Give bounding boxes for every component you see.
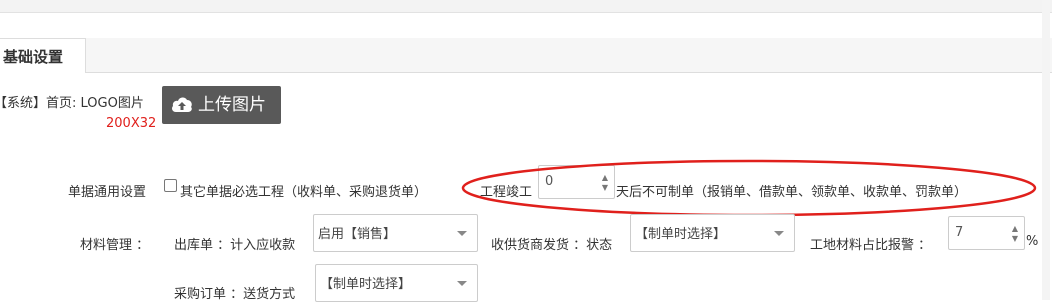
outbound-select-value: 启用【销售】 — [318, 227, 397, 242]
outbound-label: 出库单 ：计入应收款 — [174, 238, 296, 253]
purchase-order-label: 采购订单 ：送货方式 — [174, 287, 296, 302]
scrollbar[interactable] — [1042, 0, 1050, 300]
outbound-select[interactable]: 启用【销售】 — [313, 214, 478, 252]
require-project-label: 其它单据必选工程（收料单、采购退货单） — [180, 185, 428, 200]
chevron-down-icon — [457, 231, 467, 236]
delivery-method-select[interactable]: 【制单时选择】 — [315, 264, 478, 302]
chevron-down-icon — [457, 281, 467, 286]
tab-strip — [0, 38, 1052, 73]
require-project-checkbox[interactable] — [164, 179, 177, 192]
alarm-stepper[interactable]: 7 ▲ ▼ — [948, 216, 1025, 250]
cloud-upload-icon — [172, 97, 192, 112]
logo-size-hint: 200X32 — [106, 116, 157, 131]
spin-down-icon[interactable]: ▼ — [1012, 235, 1018, 243]
supplier-shipping-label: 收供货商发货 ：状态 — [491, 238, 613, 253]
annotation-ellipse — [461, 159, 1037, 217]
material-alarm-label: 工地材料占比报警 ： — [810, 238, 932, 253]
supplier-status-value: 【制单时选择】 — [635, 227, 727, 242]
delivery-method-value: 【制单时选择】 — [320, 277, 412, 292]
upload-image-button[interactable]: 上传图片 — [162, 86, 281, 124]
doc-settings-label: 单据通用设置 — [68, 185, 147, 200]
alarm-value: 7 — [955, 225, 964, 240]
tab-basic-settings[interactable]: 基础设置 — [0, 38, 86, 73]
alarm-unit: % — [1026, 234, 1039, 249]
chevron-down-icon — [774, 231, 784, 236]
top-bar — [0, 0, 1052, 13]
spin-up-icon[interactable]: ▲ — [1012, 225, 1018, 233]
supplier-status-select[interactable]: 【制单时选择】 — [630, 214, 795, 252]
upload-button-label: 上传图片 — [198, 95, 266, 115]
material-label: 材料管理 ： — [80, 238, 150, 253]
logo-label: 【系统】首页: LOGO图片 — [0, 96, 144, 111]
